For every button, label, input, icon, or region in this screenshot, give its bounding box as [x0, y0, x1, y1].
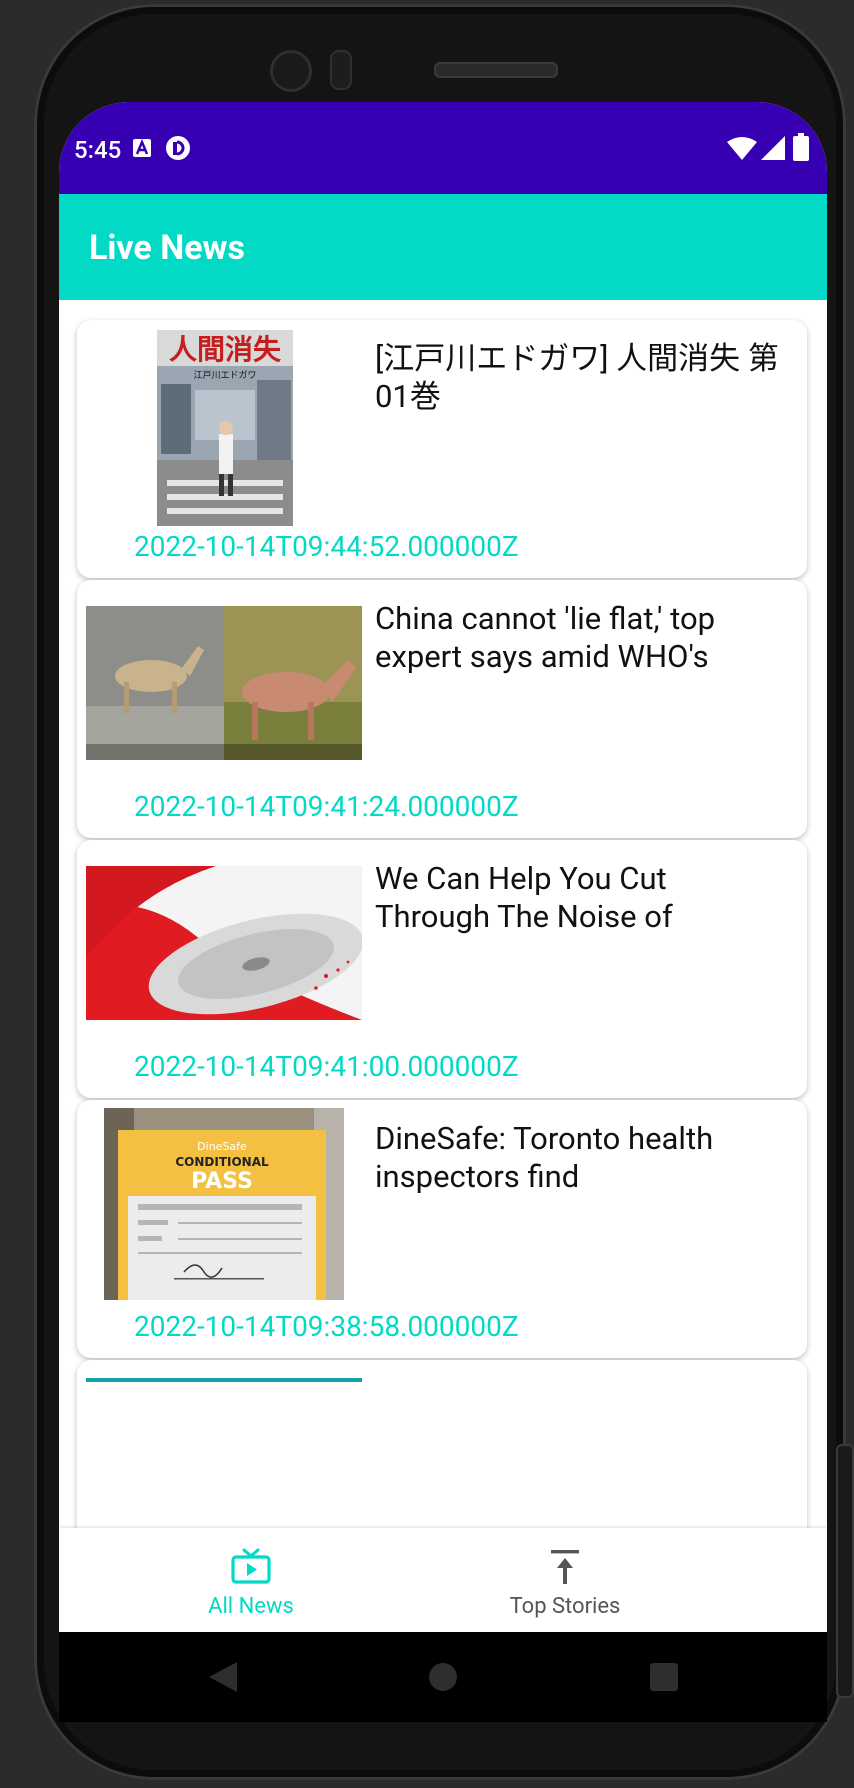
animals-image [86, 606, 362, 760]
manga-title-text: 人間消失 [169, 333, 282, 366]
manga-author-text: 江戸川エドガワ [193, 370, 256, 381]
front-camera [270, 50, 312, 92]
battery-icon [793, 133, 809, 161]
news-card[interactable]: China cannot 'lie flat,' top expert says… [77, 580, 807, 838]
side-button [836, 1444, 854, 1698]
article-image-partial [86, 1378, 362, 1382]
arrow-up-to-line-icon [551, 1550, 579, 1584]
wifi-icon [727, 137, 757, 160]
recents-icon[interactable] [639, 1652, 689, 1702]
article-headline: China cannot 'lie flat,' top expert says… [375, 600, 716, 675]
article-timestamp: 2022-10-14T09:44:52.000000Z [134, 530, 519, 563]
status-time: 5:45 [74, 136, 122, 164]
news-card[interactable]: 人間消失 江戸川エドガワ [江戸川エドガワ] 人間消失 第01巻 2022-10… [77, 320, 807, 578]
article-timestamp: 2022-10-14T09:41:24.000000Z [134, 790, 519, 823]
news-feed[interactable]: 人間消失 江戸川エドガワ [江戸川エドガワ] 人間消失 第01巻 2022-10… [59, 300, 827, 1632]
dinesafe-conditional-text: CONDITIONAL [175, 1155, 269, 1169]
earpiece-speaker [434, 62, 558, 78]
saw-blade-image [86, 866, 362, 1020]
app-title: Live News [89, 228, 245, 268]
tv-play-icon [231, 1548, 271, 1584]
app-bar: Live News [59, 194, 827, 300]
article-timestamp: 2022-10-14T09:38:58.000000Z [134, 1310, 519, 1343]
back-icon[interactable] [199, 1652, 249, 1702]
news-card[interactable]: DineSafe CONDITIONAL PASS DineSafe: Toro… [77, 1100, 807, 1358]
article-headline: [江戸川エドガワ] 人間消失 第01巻 [375, 340, 779, 415]
a-notification-icon [133, 138, 151, 157]
article-headline: DineSafe: Toronto health inspectors find [375, 1120, 714, 1195]
nav-top-stories[interactable]: Top Stories [373, 1528, 757, 1632]
manga-cover-image: 人間消失 江戸川エドガワ [157, 330, 293, 526]
article-headline: We Can Help You Cut Through The Noise of [375, 860, 673, 935]
article-timestamp: 2022-10-14T09:41:00.000000Z [134, 1050, 519, 1083]
sync-notification-icon [166, 136, 190, 160]
cellular-signal-icon [761, 136, 785, 160]
dinesafe-brand-text: DineSafe [197, 1140, 247, 1153]
bottom-navigation: All News Top Stories [59, 1528, 827, 1632]
news-card[interactable]: We Can Help You Cut Through The Noise of… [77, 840, 807, 1098]
screen: 5:45 Live News 人間消失 江戸川エドガワ [江戸川エドガワ] 人間… [59, 102, 827, 1722]
home-icon[interactable] [418, 1652, 468, 1702]
nav-top-stories-label: Top Stories [509, 1594, 621, 1619]
system-navigation-bar [59, 1632, 827, 1722]
front-sensor [330, 50, 352, 90]
dinesafe-pass-text: PASS [191, 1169, 253, 1194]
status-bar: 5:45 [59, 102, 827, 194]
dinesafe-pass-image: DineSafe CONDITIONAL PASS [104, 1108, 344, 1300]
